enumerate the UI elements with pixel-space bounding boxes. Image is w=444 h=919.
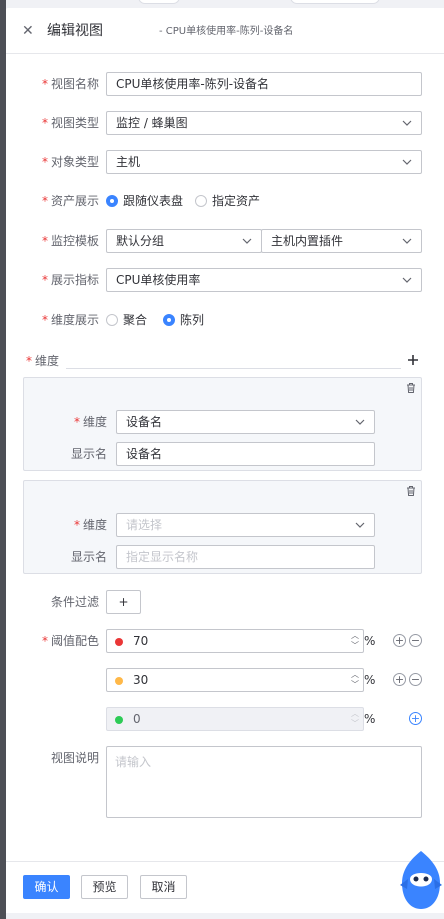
threshold-value: 30	[133, 673, 149, 687]
view-type-label: * 视图类型	[41, 116, 99, 130]
dimension-list-label: 陈列	[180, 313, 205, 327]
add-threshold-icon[interactable]: +	[393, 673, 406, 686]
monitor-template-group-value: 默认分组	[116, 234, 165, 248]
dimension-aggregate-label: 聚合	[123, 313, 148, 327]
chevron-down-icon	[402, 159, 412, 165]
description-label: 视图说明	[50, 751, 99, 765]
view-type-value: 监控 / 蜂巢图	[116, 116, 188, 130]
panel-subtitle: - CPU单核使用率-陈列-设备名	[159, 26, 294, 37]
dimension-display-label: * 维度展示	[41, 313, 99, 327]
monitor-template-label: * 监控模板	[41, 234, 99, 248]
card-dimension-select[interactable]: 设备名	[116, 410, 375, 434]
panel-footer: 确认 预览 取消	[6, 861, 444, 913]
threshold-unit: %	[364, 712, 376, 726]
panel-header: ✕ 编辑视图 - CPU单核使用率-陈列-设备名	[6, 8, 444, 54]
threshold-color-dot[interactable]	[115, 638, 123, 646]
add-threshold-icon[interactable]: +	[393, 634, 406, 647]
object-type-value: 主机	[116, 155, 141, 169]
asset-specified-label: 指定资产	[212, 194, 261, 208]
confirm-button[interactable]: 确认	[23, 875, 70, 899]
trash-icon[interactable]	[405, 485, 417, 497]
threshold-unit: %	[364, 634, 376, 648]
chevron-down-icon	[355, 419, 365, 425]
threshold-unit: %	[364, 673, 376, 687]
mascot-icon[interactable]	[398, 849, 444, 911]
asset-follow-dashboard-label: 跟随仪表盘	[123, 194, 184, 208]
panel-title: 编辑视图	[47, 23, 103, 39]
threshold-color-dot[interactable]	[115, 677, 123, 685]
monitor-template-group-select[interactable]: 默认分组	[106, 229, 262, 253]
card-dimension-value: 设备名	[126, 415, 163, 429]
object-type-label: * 对象类型	[41, 155, 99, 169]
view-name-label: * 视图名称	[41, 77, 99, 91]
asset-follow-dashboard-radio[interactable]	[106, 195, 118, 207]
preview-button[interactable]: 预览	[81, 875, 128, 899]
card-display-name-input[interactable]: 指定显示名称	[116, 545, 375, 569]
dimension-aggregate-radio[interactable]	[106, 314, 118, 326]
cancel-button[interactable]: 取消	[140, 875, 187, 899]
threshold-label: * 阈值配色	[41, 634, 99, 648]
asset-display-label: * 资产展示	[41, 194, 99, 208]
add-dimension-icon[interactable]	[407, 354, 419, 366]
view-name-input[interactable]: CPU单核使用率-陈列-设备名	[106, 72, 422, 96]
card-display-name-label: 显示名	[70, 447, 107, 461]
card-dimension-select[interactable]: 请选择	[116, 513, 375, 537]
monitor-template-plugin-select[interactable]: 主机内置插件	[261, 229, 422, 253]
threshold-input[interactable]: 70 ︿ ﹀	[106, 629, 364, 653]
dimension-divider	[66, 368, 401, 369]
top-edge-control	[290, 0, 380, 4]
trash-icon[interactable]	[405, 382, 417, 394]
display-metric-select[interactable]: CPU单核使用率	[106, 268, 422, 292]
remove-threshold-icon[interactable]: −	[409, 673, 422, 686]
dimension-list-radio[interactable]	[163, 314, 175, 326]
card-display-name-input[interactable]: 设备名	[116, 442, 375, 466]
chevron-down-icon	[402, 238, 412, 244]
dimension-card: * 维度 请选择 显示名 指定显示名称	[23, 480, 422, 574]
threshold-input[interactable]: 30 ︿ ﹀	[106, 668, 364, 692]
card-dimension-label: * 维度	[73, 415, 107, 429]
chevron-down-icon	[355, 522, 365, 528]
card-dimension-placeholder: 请选择	[126, 518, 163, 532]
stepper-arrows[interactable]: ︿ ﹀	[348, 631, 362, 652]
monitor-template-plugin-value: 主机内置插件	[271, 234, 344, 248]
stepper-arrows: ︿ ﹀	[351, 709, 359, 728]
display-metric-label: * 展示指标	[41, 273, 99, 287]
view-type-select[interactable]: 监控 / 蜂巢图	[106, 111, 422, 135]
top-edge-control	[138, 0, 180, 4]
object-type-select[interactable]: 主机	[106, 150, 422, 174]
chevron-down-icon	[242, 238, 252, 244]
threshold-color-dot	[115, 716, 123, 724]
dimension-section-label: * 维度	[25, 354, 59, 368]
condition-filter-label: 条件过滤	[50, 595, 99, 609]
asset-specified-radio[interactable]	[195, 195, 207, 207]
close-icon[interactable]: ✕	[22, 22, 34, 40]
threshold-value: 0	[133, 712, 141, 726]
chevron-down-icon	[402, 120, 412, 126]
chevron-down-icon	[402, 277, 412, 283]
edit-view-panel: ✕ 编辑视图 - CPU单核使用率-陈列-设备名 * 视图名称 CPU单核使用率-…	[6, 8, 444, 913]
remove-threshold-icon[interactable]: −	[409, 634, 422, 647]
dimension-card: * 维度 设备名 显示名 设备名	[23, 377, 422, 471]
description-textarea[interactable]: 请输入	[106, 746, 422, 818]
stepper-arrows[interactable]: ︿ ﹀	[348, 670, 362, 691]
card-dimension-label: * 维度	[73, 518, 107, 532]
threshold-input-base: 0 ︿ ﹀	[106, 707, 364, 731]
add-condition-button[interactable]: +	[106, 590, 141, 614]
threshold-value: 70	[133, 634, 149, 648]
card-display-name-label: 显示名	[70, 550, 107, 564]
display-metric-value: CPU单核使用率	[116, 273, 201, 287]
add-threshold-icon[interactable]: +	[409, 712, 422, 725]
